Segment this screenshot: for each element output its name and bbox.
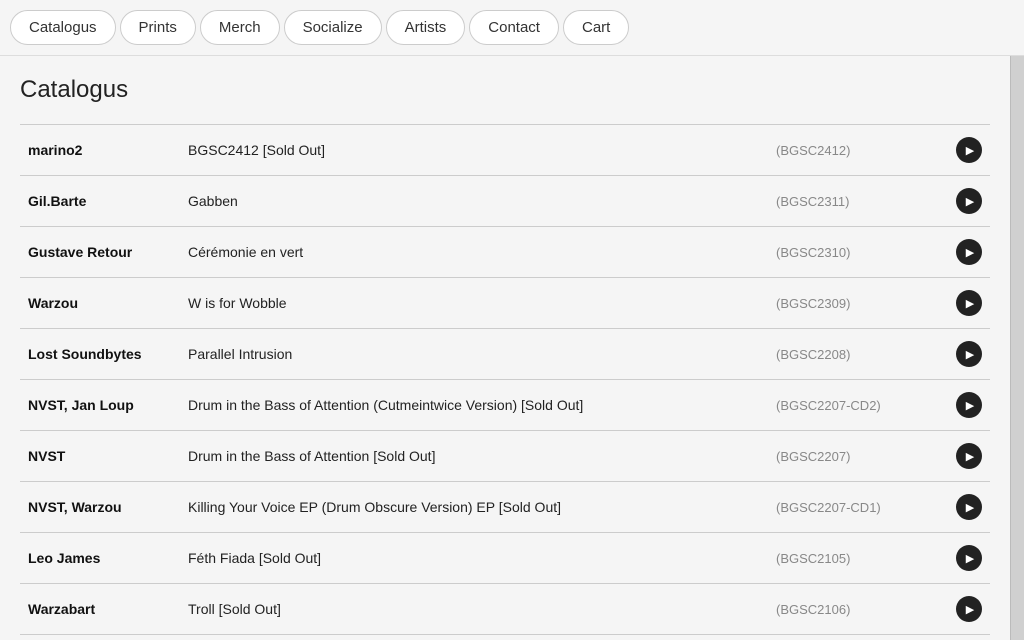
artist-name: Gil.Barte: [20, 176, 180, 227]
play-button[interactable]: ▶: [956, 392, 982, 418]
play-cell: ▶: [948, 278, 990, 329]
play-button[interactable]: ▶: [956, 137, 982, 163]
page-wrapper: Catalogus marino2 BGSC2412 [Sold Out] (B…: [0, 56, 1024, 640]
play-button[interactable]: ▶: [956, 545, 982, 571]
play-cell: ▶: [948, 635, 990, 640]
artist-name: Warzou: [20, 278, 180, 329]
release-title: The Beach / The Mall: [180, 635, 768, 640]
catalog-number: (BGSC 2021-04): [768, 635, 948, 640]
nav-artists[interactable]: Artists: [386, 10, 466, 45]
play-cell: ▶: [948, 584, 990, 635]
release-title: Drum in the Bass of Attention (Cutmeintw…: [180, 380, 768, 431]
scrollbar[interactable]: [1010, 56, 1024, 640]
nav-catalogus[interactable]: Catalogus: [10, 10, 116, 45]
play-cell: ▶: [948, 176, 990, 227]
play-cell: ▶: [948, 329, 990, 380]
navigation: CatalogusPrintsMerchSocializeArtistsCont…: [0, 0, 1024, 56]
release-title: Gabben: [180, 176, 768, 227]
release-title: Féth Fiada [Sold Out]: [180, 533, 768, 584]
nav-prints[interactable]: Prints: [120, 10, 196, 45]
table-row: NVST, Warzou Killing Your Voice EP (Drum…: [20, 482, 990, 533]
catalog-number: (BGSC2309): [768, 278, 948, 329]
table-row: Gustave Retour Cérémonie en vert (BGSC23…: [20, 227, 990, 278]
catalog-number: (BGSC2311): [768, 176, 948, 227]
catalog-number: (BGSC2310): [768, 227, 948, 278]
table-row: Second. The Beach / The Mall (BGSC 2021-…: [20, 635, 990, 640]
release-title: Troll [Sold Out]: [180, 584, 768, 635]
artist-name: marino2: [20, 125, 180, 176]
table-row: Warzabart Troll [Sold Out] (BGSC2106) ▶: [20, 584, 990, 635]
play-button[interactable]: ▶: [956, 596, 982, 622]
artist-name: Warzabart: [20, 584, 180, 635]
play-cell: ▶: [948, 125, 990, 176]
play-cell: ▶: [948, 431, 990, 482]
play-button[interactable]: ▶: [956, 494, 982, 520]
artist-name: Leo James: [20, 533, 180, 584]
table-row: Leo James Féth Fiada [Sold Out] (BGSC210…: [20, 533, 990, 584]
play-button[interactable]: ▶: [956, 341, 982, 367]
catalog-number: (BGSC2207-CD2): [768, 380, 948, 431]
play-button[interactable]: ▶: [956, 188, 982, 214]
play-cell: ▶: [948, 380, 990, 431]
catalog-number: (BGSC2207-CD1): [768, 482, 948, 533]
catalog-number: (BGSC2105): [768, 533, 948, 584]
artist-name: NVST: [20, 431, 180, 482]
artist-name: Lost Soundbytes: [20, 329, 180, 380]
release-title: W is for Wobble: [180, 278, 768, 329]
play-cell: ▶: [948, 533, 990, 584]
page-title: Catalogus: [20, 76, 990, 104]
table-row: Gil.Barte Gabben (BGSC2311) ▶: [20, 176, 990, 227]
table-row: NVST Drum in the Bass of Attention [Sold…: [20, 431, 990, 482]
release-title: Drum in the Bass of Attention [Sold Out]: [180, 431, 768, 482]
release-title: Killing Your Voice EP (Drum Obscure Vers…: [180, 482, 768, 533]
content-area: Catalogus marino2 BGSC2412 [Sold Out] (B…: [0, 56, 1010, 640]
table-row: marino2 BGSC2412 [Sold Out] (BGSC2412) ▶: [20, 125, 990, 176]
artist-name: Gustave Retour: [20, 227, 180, 278]
play-cell: ▶: [948, 227, 990, 278]
artist-name: NVST, Jan Loup: [20, 380, 180, 431]
catalog-number: (BGSC2208): [768, 329, 948, 380]
release-title: BGSC2412 [Sold Out]: [180, 125, 768, 176]
table-row: Warzou W is for Wobble (BGSC2309) ▶: [20, 278, 990, 329]
play-button[interactable]: ▶: [956, 290, 982, 316]
nav-socialize[interactable]: Socialize: [284, 10, 382, 45]
table-row: Lost Soundbytes Parallel Intrusion (BGSC…: [20, 329, 990, 380]
nav-cart[interactable]: Cart: [563, 10, 629, 45]
table-row: NVST, Jan Loup Drum in the Bass of Atten…: [20, 380, 990, 431]
artist-name: Second.: [20, 635, 180, 640]
catalog-number: (BGSC2412): [768, 125, 948, 176]
catalog-number: (BGSC2106): [768, 584, 948, 635]
play-button[interactable]: ▶: [956, 239, 982, 265]
nav-contact[interactable]: Contact: [469, 10, 559, 45]
play-button[interactable]: ▶: [956, 443, 982, 469]
release-title: Cérémonie en vert: [180, 227, 768, 278]
catalogue-table: marino2 BGSC2412 [Sold Out] (BGSC2412) ▶…: [20, 124, 990, 640]
catalog-number: (BGSC2207): [768, 431, 948, 482]
artist-name: NVST, Warzou: [20, 482, 180, 533]
nav-merch[interactable]: Merch: [200, 10, 280, 45]
play-cell: ▶: [948, 482, 990, 533]
release-title: Parallel Intrusion: [180, 329, 768, 380]
